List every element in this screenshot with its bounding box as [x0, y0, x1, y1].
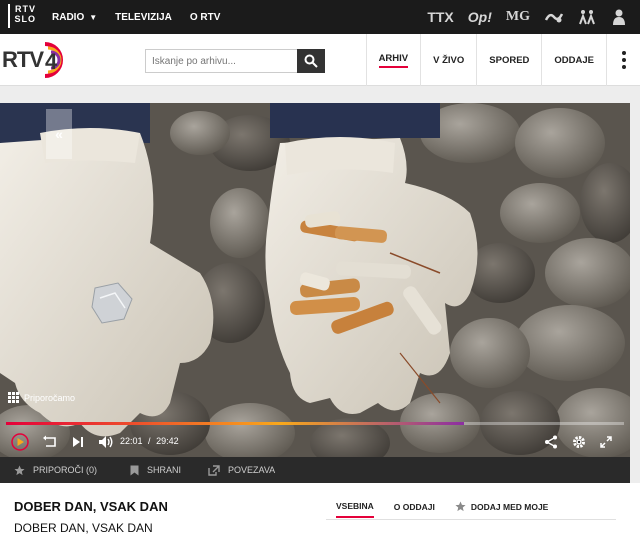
fullscreen-icon: [600, 436, 612, 448]
link-button[interactable]: POVEZAVA: [208, 457, 275, 483]
tab-o-oddaji[interactable]: O ODDAJI: [394, 502, 435, 517]
star-icon: [455, 501, 466, 512]
top-icons: TTX Op! MG: [427, 0, 628, 34]
ognjisce-icon[interactable]: Op!: [468, 8, 492, 26]
rtv4-logo[interactable]: RTV 4: [2, 38, 73, 82]
share-icon: [545, 435, 557, 449]
accessibility-icon[interactable]: [578, 8, 596, 26]
progress-fill: [6, 422, 464, 425]
skip-next-icon: [73, 437, 83, 447]
sport-icon[interactable]: [544, 8, 564, 26]
share-button[interactable]: [544, 432, 558, 452]
channel-watermark-icon: «: [46, 109, 72, 159]
recommended-toggle[interactable]: Priporočamo: [8, 392, 75, 403]
search-input[interactable]: [145, 49, 297, 73]
search-box: [145, 49, 325, 73]
time-display: 22:01 / 29:42: [120, 436, 179, 446]
video-player[interactable]: « Priporočamo 22:01 / 29:42: [0, 103, 630, 457]
replay-icon: [43, 435, 56, 447]
star-icon: [14, 464, 25, 475]
volume-icon: [99, 436, 113, 448]
grid-icon: [8, 392, 19, 403]
show-subtitle: DOBER DAN, VSAK DAN: [14, 521, 153, 535]
ttx-icon[interactable]: TTX: [427, 8, 453, 26]
nav-spored[interactable]: SPORED: [476, 34, 541, 86]
mg-icon[interactable]: MG: [506, 8, 530, 26]
recommend-button[interactable]: PRIPOROČI (0): [14, 457, 97, 483]
top-nav: RADIO ▼ TELEVIZIJA O RTV: [52, 0, 238, 34]
settings-button[interactable]: [572, 432, 586, 452]
play-icon: [11, 433, 29, 451]
show-info: DOBER DAN, VSAK DAN DOBER DAN, VSAK DAN …: [0, 483, 640, 540]
replay-button[interactable]: [42, 432, 58, 452]
chevron-down-icon: ▼: [89, 12, 98, 22]
progress-bar[interactable]: [6, 422, 624, 425]
search-button[interactable]: [297, 49, 325, 73]
top-nav-o-rtv[interactable]: O RTV: [190, 12, 221, 23]
top-nav-televizija[interactable]: TELEVIZIJA: [115, 12, 172, 23]
tabs-divider: [326, 519, 616, 520]
play-button[interactable]: [10, 432, 30, 452]
tab-dodaj-med-moje[interactable]: DODAJ MED MOJE: [455, 501, 548, 517]
volume-button[interactable]: [98, 432, 114, 452]
action-bar: PRIPOROČI (0) SHRANI POVEZAVA: [0, 457, 630, 483]
svg-text:4: 4: [45, 49, 58, 74]
tab-vsebina[interactable]: VSEBINA: [336, 501, 374, 518]
rtv4-logo-mark: 4: [44, 42, 63, 78]
site-header: RTV 4 ARHIV V ŽIVO SPORED ODDAJE: [0, 34, 640, 86]
top-nav-radio[interactable]: RADIO ▼: [52, 12, 97, 23]
video-frame: [0, 103, 630, 457]
main-nav: ARHIV V ŽIVO SPORED ODDAJE: [365, 34, 640, 86]
next-button[interactable]: [72, 432, 84, 452]
save-button[interactable]: SHRANI: [130, 457, 181, 483]
external-link-icon: [208, 464, 220, 476]
gear-icon: [573, 436, 585, 448]
top-bar: RTV SLO RADIO ▼ TELEVIZIJA O RTV TTX Op! …: [0, 0, 640, 34]
nav-oddaje[interactable]: ODDAJE: [541, 34, 606, 86]
rtvslo-logo[interactable]: RTV SLO: [8, 4, 36, 30]
player-controls: 22:01 / 29:42: [0, 428, 630, 457]
nav-v-zivo[interactable]: V ŽIVO: [420, 34, 476, 86]
content-tabs: VSEBINA O ODDAJI DODAJ MED MOJE: [326, 497, 558, 521]
bookmark-icon: [130, 465, 139, 475]
nav-arhiv[interactable]: ARHIV: [365, 34, 421, 86]
show-title: DOBER DAN, VSAK DAN: [14, 499, 168, 514]
user-icon[interactable]: [610, 8, 628, 26]
more-menu-icon[interactable]: [606, 34, 640, 86]
search-icon: [304, 54, 318, 68]
fullscreen-button[interactable]: [600, 432, 612, 452]
